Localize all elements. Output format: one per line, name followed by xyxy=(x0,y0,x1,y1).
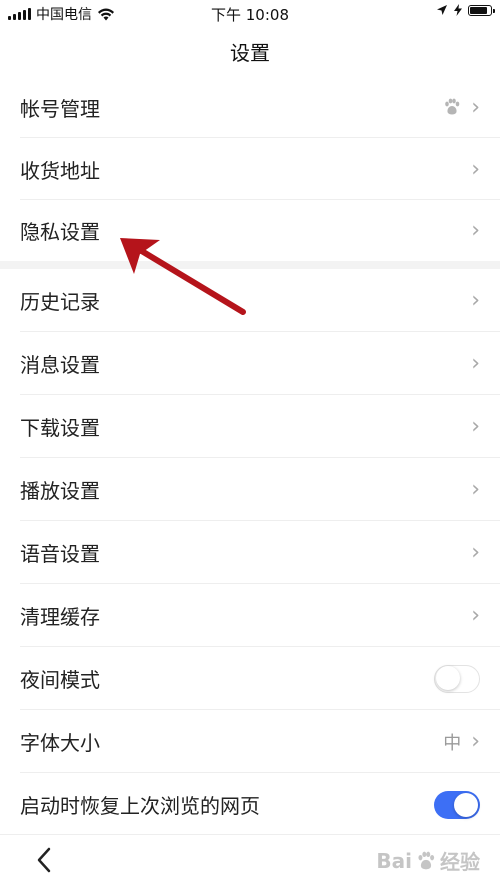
settings-row-download[interactable]: 下载设置 › xyxy=(0,395,500,458)
chevron-right-icon: › xyxy=(471,414,480,439)
row-label: 收货地址 xyxy=(20,158,100,183)
settings-row-messages[interactable]: 消息设置 › xyxy=(0,332,500,395)
chevron-right-icon: › xyxy=(471,288,480,313)
row-right: › xyxy=(471,477,480,502)
row-label: 清理缓存 xyxy=(20,605,100,629)
watermark-text: Bai xyxy=(376,848,412,873)
row-label: 消息设置 xyxy=(20,353,100,377)
settings-row-clear-cache[interactable]: 清理缓存 › xyxy=(0,584,500,647)
chevron-right-icon: › xyxy=(471,729,480,754)
row-label: 字体大小 xyxy=(20,731,100,755)
chevron-right-icon: › xyxy=(471,94,480,120)
chevron-right-icon: › xyxy=(471,540,480,565)
row-label: 播放设置 xyxy=(20,479,100,503)
settings-row-font-size[interactable]: 字体大小 中 › xyxy=(0,710,500,773)
toggle-knob xyxy=(436,666,460,690)
charging-bolt-icon xyxy=(454,4,462,16)
chevron-right-icon: › xyxy=(471,156,480,182)
section-divider xyxy=(0,261,500,269)
toggle-knob xyxy=(454,792,478,817)
chevron-right-icon: › xyxy=(471,218,480,243)
back-chevron-icon[interactable] xyxy=(30,845,60,875)
status-right xyxy=(436,4,495,16)
row-label: 隐私设置 xyxy=(20,220,100,244)
settings-group-account: 帐号管理 › 收货地址 › 隐私设置 › xyxy=(0,76,500,261)
settings-row-privacy[interactable]: 隐私设置 › xyxy=(0,200,500,261)
settings-group-general: 历史记录 › 消息设置 › 下载设置 › 播放设置 › 语音设置 › 清理缓存 … xyxy=(0,269,500,836)
settings-row-night-mode: 夜间模式 xyxy=(0,647,500,710)
settings-row-history[interactable]: 历史记录 › xyxy=(0,269,500,332)
watermark-paw-icon xyxy=(418,851,435,869)
watermark-suffix: 经验 xyxy=(440,850,480,874)
row-right: › xyxy=(471,288,480,313)
chevron-right-icon: › xyxy=(471,477,480,502)
row-right: 中 › xyxy=(443,729,480,755)
settings-row-playback[interactable]: 播放设置 › xyxy=(0,458,500,521)
row-right: › xyxy=(471,414,480,439)
row-label: 启动时恢复上次浏览的网页 xyxy=(20,794,260,818)
row-right xyxy=(434,664,480,693)
night-mode-toggle[interactable] xyxy=(434,664,480,693)
settings-row-restore-pages: 启动时恢复上次浏览的网页 xyxy=(0,773,500,836)
row-right xyxy=(434,790,480,819)
row-right: › xyxy=(471,540,480,565)
settings-row-account[interactable]: 帐号管理 › xyxy=(0,76,500,138)
font-size-value: 中 xyxy=(443,732,462,754)
row-label: 语音设置 xyxy=(20,542,100,566)
row-right: › xyxy=(471,603,480,628)
row-right: › xyxy=(471,218,480,243)
row-label: 帐号管理 xyxy=(20,96,100,121)
status-time: 下午 10:08 xyxy=(211,6,289,24)
row-label: 夜间模式 xyxy=(20,668,100,692)
paw-icon xyxy=(445,98,460,115)
settings-row-voice[interactable]: 语音设置 › xyxy=(0,521,500,584)
chevron-right-icon: › xyxy=(471,351,480,376)
watermark-logo: Bai 经验 xyxy=(376,846,480,875)
status-bar: 中国电信 下午 10:08 xyxy=(0,0,500,26)
row-right: › xyxy=(443,95,480,120)
restore-pages-toggle[interactable] xyxy=(434,790,480,819)
row-right: › xyxy=(471,157,480,182)
row-label: 下载设置 xyxy=(20,416,100,440)
location-arrow-icon xyxy=(437,5,447,15)
page-title: 设置 xyxy=(230,40,270,65)
row-label: 历史记录 xyxy=(20,290,100,314)
chevron-right-icon: › xyxy=(471,603,480,628)
row-right: › xyxy=(471,351,480,376)
battery-icon xyxy=(468,4,495,16)
settings-row-address[interactable]: 收货地址 › xyxy=(0,138,500,200)
